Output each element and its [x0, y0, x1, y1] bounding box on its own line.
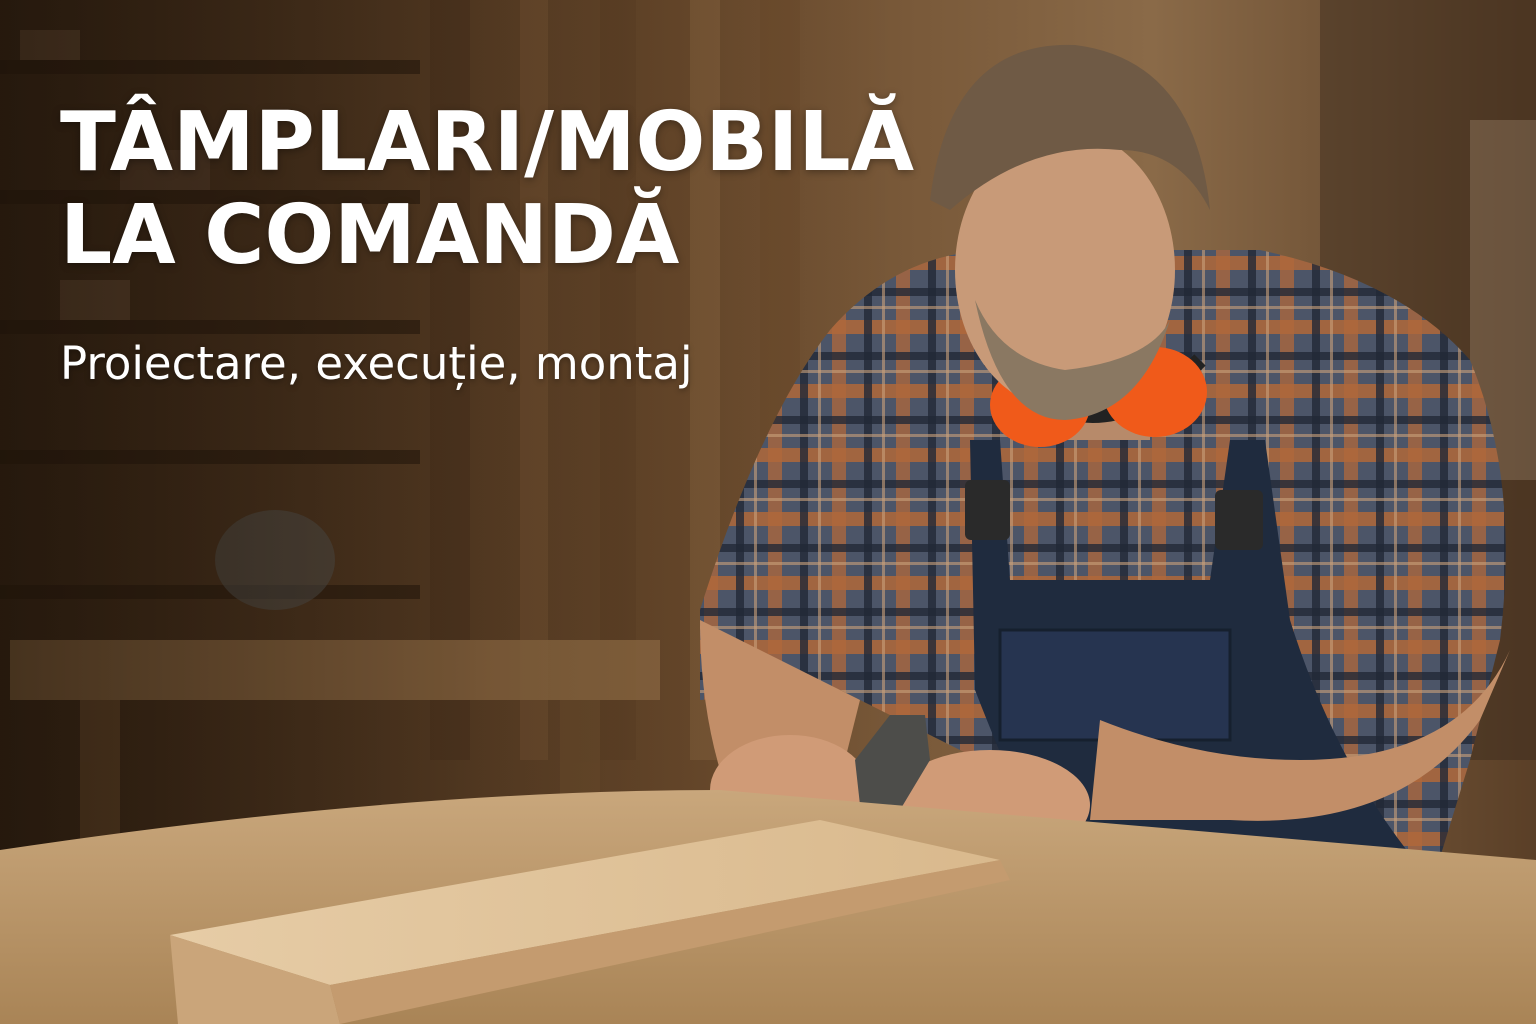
headline-line-1: TÂMPLARI/MOBILĂ: [60, 95, 915, 190]
hero-subtitle: Proiectare, execuție, montaj: [60, 337, 693, 390]
hero-banner: TÂMPLARI/MOBILĂ LA COMANDĂ Proiectare, e…: [0, 0, 1536, 1024]
page-title: TÂMPLARI/MOBILĂ LA COMANDĂ: [60, 96, 914, 282]
headline-line-2: LA COMANDĂ: [60, 188, 680, 283]
apron-pocket: [998, 628, 1232, 742]
apron-buckle-right: [1215, 490, 1263, 550]
apron-buckle-left: [965, 480, 1010, 540]
